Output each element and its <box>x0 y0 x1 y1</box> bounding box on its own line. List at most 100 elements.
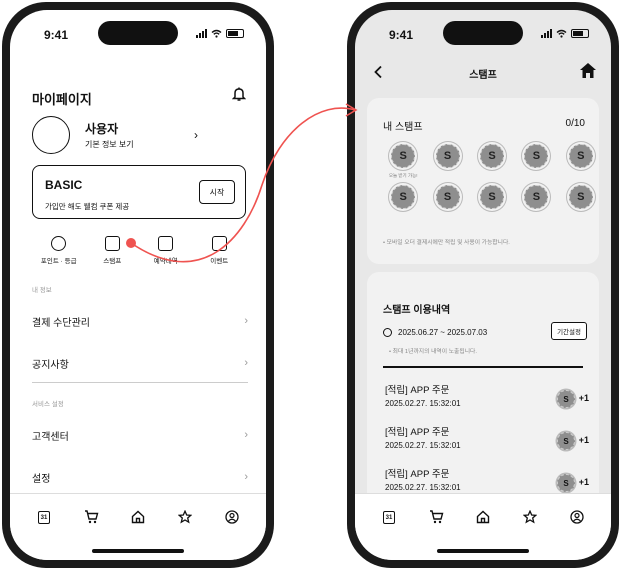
signal-icon <box>541 29 552 38</box>
star-icon <box>523 510 537 524</box>
stamp-icon: S <box>557 432 575 450</box>
history-item-amount: +1 <box>578 393 589 403</box>
tab-home[interactable] <box>126 508 150 526</box>
stamp-slot: S <box>470 144 514 168</box>
stamp-slot: S <box>470 185 514 209</box>
period-setting-button[interactable]: 기간설정 <box>551 322 587 340</box>
menu-item-label: 고객센터 <box>32 431 69 443</box>
stamp-icon: S <box>435 144 460 168</box>
home-indicator <box>92 549 184 553</box>
tab-calendar[interactable]: 31 <box>377 508 401 526</box>
status-time: 9:41 <box>44 28 69 42</box>
quick-item-events[interactable]: 이벤트 <box>193 236 247 265</box>
stamp-icon: S <box>568 144 593 168</box>
tab-cart[interactable] <box>424 508 448 526</box>
stamp-screen: 9:41 스탬프 내 스탬프 0/10 S 오늘 받기 가능! S S S S S… <box>355 10 611 560</box>
tab-profile[interactable] <box>220 508 244 526</box>
stamp-caption: 오늘 받기 가능! <box>388 173 418 178</box>
user-name: 사용자 <box>85 122 119 136</box>
calendar-icon: 31 <box>383 510 395 524</box>
history-note: • 최대 1년까지의 내역이 노출됩니다. <box>389 349 477 355</box>
menu-item-support[interactable]: 고객센터 › <box>32 415 248 455</box>
battery-icon <box>571 29 589 38</box>
bell-icon[interactable] <box>232 86 246 102</box>
divider <box>32 382 248 383</box>
status-indicators <box>196 29 244 38</box>
badge-icon <box>51 236 67 251</box>
phone-frame-left: 9:41 마이페이지 사용자 기본 정보 보기 › BASIC 가입만 해도 웰… <box>2 2 274 568</box>
quick-item-label: 포인트 · 등급 <box>40 258 77 265</box>
header: 스탬프 <box>355 54 611 90</box>
start-button[interactable]: 시작 <box>199 180 235 204</box>
history-item: [적립] APP 주문 2025.02.27. 15:32:01 S +1 <box>385 424 589 464</box>
menu-item-label: 결제 수단관리 <box>32 317 90 329</box>
tab-favorites[interactable] <box>173 508 197 526</box>
quick-item-reservations[interactable]: 예약내역 <box>139 236 193 265</box>
section-label-service: 서비스 설정 <box>32 401 64 408</box>
menu-item-notice[interactable]: 공지사항 › <box>32 343 248 383</box>
tab-bar: 31 <box>355 493 611 560</box>
stamp-icon: S <box>479 144 504 168</box>
receipt-icon <box>158 236 174 251</box>
history-title: 스탬프 이용내역 <box>383 305 451 316</box>
quick-item-points[interactable]: 포인트 · 등급 <box>32 236 86 265</box>
home-icon[interactable] <box>579 62 597 79</box>
stamp-icon: S <box>557 390 575 408</box>
history-item-date: 2025.02.27. 15:32:01 <box>385 483 461 492</box>
quick-item-stamp[interactable]: 스탬프 <box>86 236 140 265</box>
chevron-right-icon[interactable]: › <box>194 128 198 142</box>
menu-item-payment[interactable]: 결제 수단관리 › <box>32 301 248 341</box>
menu-item-label: 설정 <box>32 473 51 485</box>
history-item-title: [적립] APP 주문 <box>385 469 450 480</box>
profile-icon <box>570 510 584 524</box>
history-period: 2025.06.27 ~ 2025.07.03 <box>383 328 487 337</box>
avatar[interactable] <box>32 116 70 154</box>
stamp-grid: S 오늘 받기 가능! S S S S S S S S S <box>381 144 603 209</box>
home-indicator <box>437 549 529 553</box>
tab-calendar[interactable]: 31 <box>32 508 56 526</box>
tab-cart[interactable] <box>79 508 103 526</box>
page-title: 스탬프 <box>469 70 497 81</box>
home-icon <box>131 510 145 524</box>
stamp-slot: S <box>425 144 469 168</box>
gift-icon <box>211 236 227 251</box>
section-label-my-info: 내 정보 <box>32 287 52 294</box>
history-item-title: [적립] APP 주문 <box>385 385 450 396</box>
stamp-slot: S <box>514 144 558 168</box>
period-text: 2025.06.27 ~ 2025.07.03 <box>398 328 488 337</box>
status-time: 9:41 <box>389 28 414 42</box>
chevron-right-icon: › <box>244 357 248 369</box>
stamp-slot: S <box>559 144 603 168</box>
menu-item-label: 공지사항 <box>32 359 69 371</box>
history-item-amount: +1 <box>578 435 589 445</box>
history-item-date: 2025.02.27. 15:32:01 <box>385 441 461 450</box>
tab-profile[interactable] <box>565 508 589 526</box>
tab-home[interactable] <box>471 508 495 526</box>
stamp-slot: S <box>559 185 603 209</box>
user-info-link[interactable]: 기본 정보 보기 <box>85 139 134 150</box>
stamp-icon: S <box>524 144 549 168</box>
stamp-icon: S <box>435 185 460 209</box>
tab-bar: 31 <box>10 493 266 560</box>
stamp-slot: S <box>425 185 469 209</box>
stamp-icon <box>104 236 120 251</box>
stamp-icon: S <box>391 185 416 209</box>
page-title: 마이페이지 <box>32 92 92 107</box>
stamp-slot: S 오늘 받기 가능! <box>381 144 425 178</box>
chevron-right-icon: › <box>244 429 248 441</box>
quick-item-label: 이벤트 <box>210 258 229 265</box>
clock-icon <box>383 328 392 337</box>
stamp-slot: S <box>514 185 558 209</box>
stamp-icon: S <box>568 185 593 209</box>
stamp-icon: S <box>479 185 504 209</box>
divider <box>383 366 583 368</box>
star-icon <box>178 510 192 524</box>
status-indicators <box>541 29 589 38</box>
my-stamps-card: 내 스탬프 0/10 S 오늘 받기 가능! S S S S S S S S S … <box>367 98 599 264</box>
status-bar: 9:41 <box>381 28 589 42</box>
profile-icon <box>225 510 239 524</box>
chevron-right-icon: › <box>244 315 248 327</box>
tab-favorites[interactable] <box>518 508 542 526</box>
quick-item-label: 스탬프 <box>103 258 122 265</box>
menu-item-settings[interactable]: 설정 › <box>32 457 248 497</box>
